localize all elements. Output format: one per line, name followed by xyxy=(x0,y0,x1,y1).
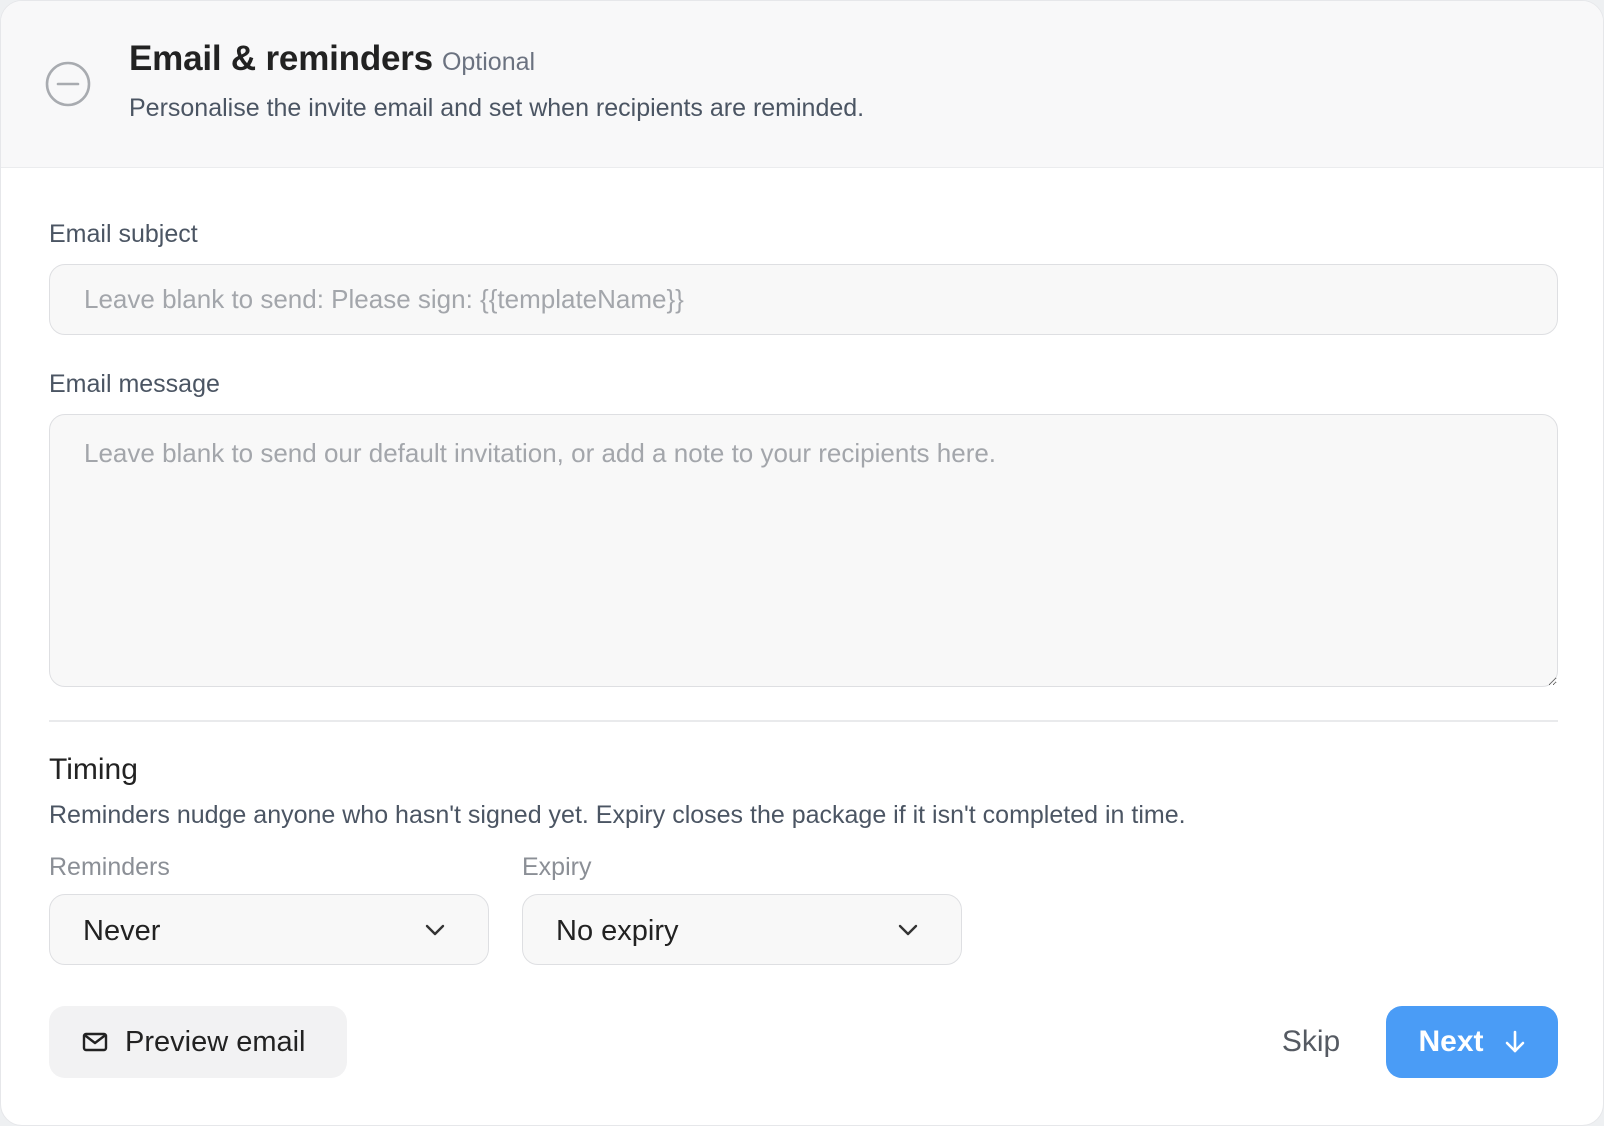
expiry-selected-value: No expiry xyxy=(556,915,679,947)
reminders-select[interactable]: Never xyxy=(49,894,489,965)
arrow-down-icon xyxy=(1505,1030,1524,1053)
timing-title: Timing xyxy=(49,753,138,786)
preview-email-label: Preview email xyxy=(125,1025,306,1058)
mail-icon xyxy=(82,1032,108,1052)
section-subtitle: Personalise the invite email and set whe… xyxy=(129,94,865,122)
email-subject-input[interactable] xyxy=(49,264,1558,335)
preview-email-button[interactable]: Preview email xyxy=(49,1006,347,1078)
expiry-label: Expiry xyxy=(522,853,592,881)
chevron-down-icon xyxy=(425,924,445,936)
skip-button[interactable]: Skip xyxy=(1271,1006,1351,1078)
expiry-select[interactable]: No expiry xyxy=(522,894,962,965)
reminders-label: Reminders xyxy=(49,853,170,881)
chevron-down-icon xyxy=(898,924,918,936)
section-header: Email & reminders Optional Personalise t… xyxy=(1,1,1603,168)
divider xyxy=(49,720,1558,722)
optional-badge: Optional xyxy=(441,48,536,76)
section-title: Email & reminders xyxy=(129,39,433,78)
email-message-label: Email message xyxy=(49,370,220,398)
timing-description: Reminders nudge anyone who hasn't signed… xyxy=(49,801,1186,829)
next-button[interactable]: Next xyxy=(1386,1006,1558,1078)
email-message-textarea[interactable] xyxy=(49,414,1558,687)
minus-circle-icon[interactable] xyxy=(45,61,91,107)
next-label: Next xyxy=(1418,1025,1484,1058)
title-row: Email & reminders Optional xyxy=(129,39,535,79)
email-reminders-card: Email & reminders Optional Personalise t… xyxy=(0,0,1604,1126)
reminders-selected-value: Never xyxy=(83,915,161,947)
email-subject-label: Email subject xyxy=(49,220,198,248)
